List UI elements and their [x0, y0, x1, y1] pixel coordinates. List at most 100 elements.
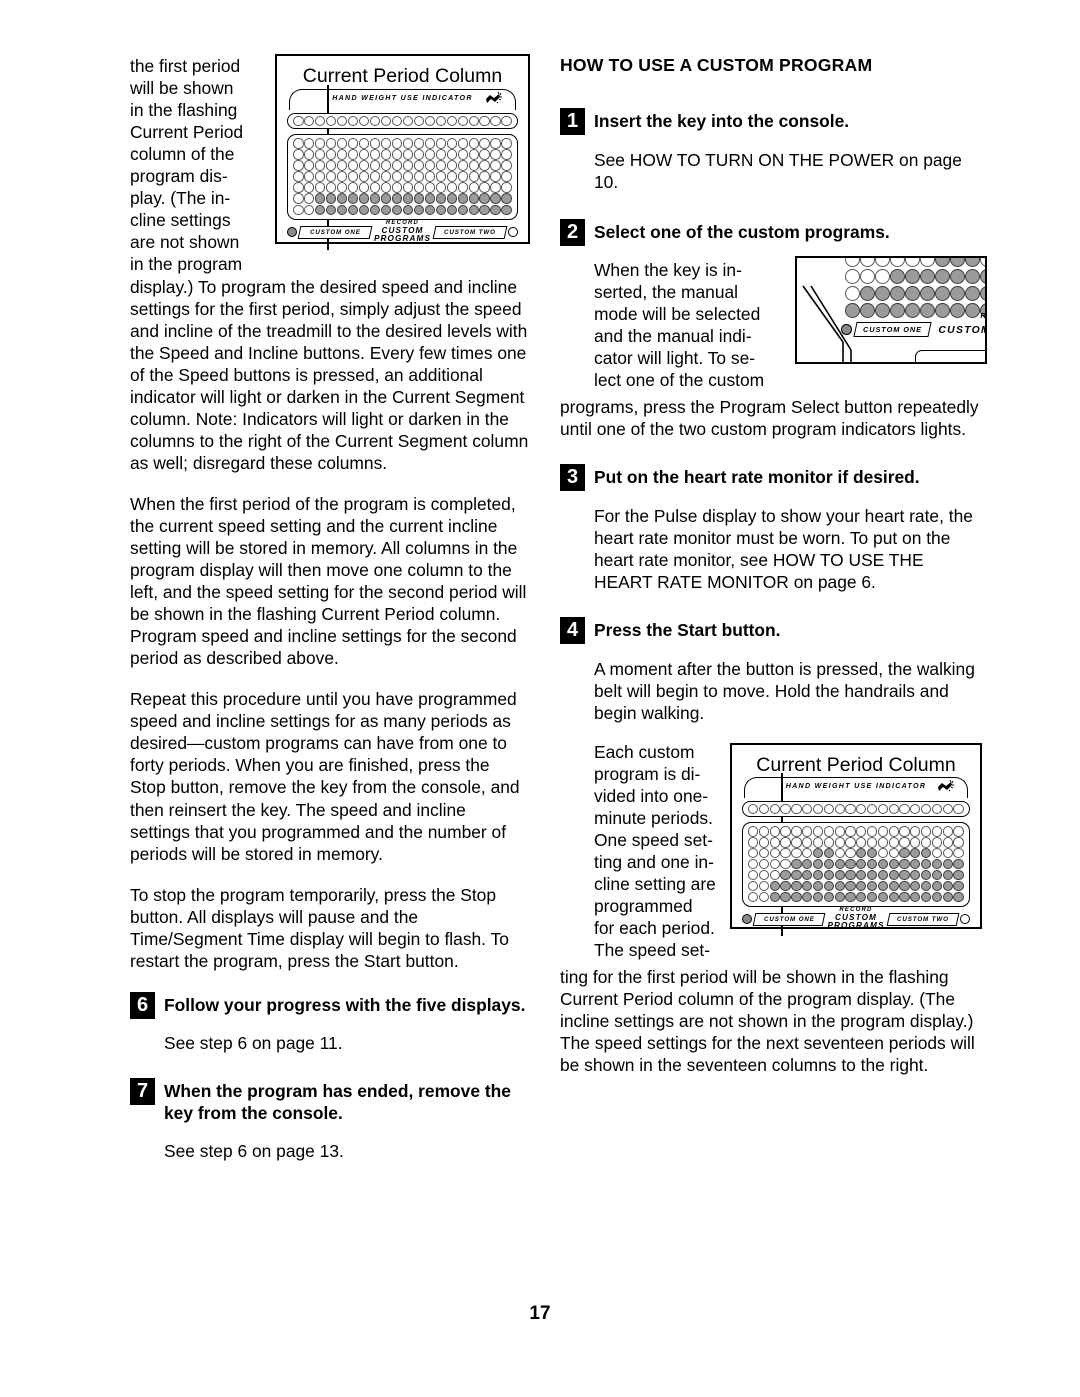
led-off — [369, 160, 381, 171]
led-off — [748, 891, 759, 903]
led-off — [834, 826, 845, 837]
led-on — [866, 891, 878, 903]
led-off — [899, 837, 910, 848]
led-row — [293, 138, 512, 149]
led-off — [769, 848, 780, 859]
led-on — [965, 269, 980, 285]
led-off — [402, 160, 414, 171]
led-on — [856, 848, 867, 859]
step-2-line: serted, the manual — [594, 282, 739, 303]
led-on — [780, 869, 791, 881]
led-on — [325, 193, 337, 204]
led-on — [402, 204, 414, 216]
led-off — [435, 115, 447, 126]
led-on — [823, 869, 834, 881]
led-on — [812, 859, 824, 870]
led-off — [468, 115, 479, 126]
led-off — [293, 193, 304, 204]
led-off — [748, 848, 759, 859]
step-3-number: 3 — [560, 464, 585, 492]
led-off — [501, 182, 512, 193]
led-on — [802, 880, 813, 892]
led-off — [860, 269, 875, 285]
step-2-line: cator will light. To se- — [594, 348, 756, 369]
led-off — [921, 804, 932, 815]
led-off — [501, 160, 512, 171]
custom-two-button[interactable]: CUSTOM TWO — [886, 912, 960, 926]
step-4-line: programmed — [594, 895, 693, 916]
led-off — [490, 171, 501, 182]
left-paragraph-4: To stop the program temporarily, press t… — [130, 884, 509, 971]
step-3-body: For the Pulse display to show your heart… — [594, 505, 973, 592]
led-on — [920, 303, 935, 319]
led-off — [336, 160, 348, 171]
intro-line: program dis- — [130, 166, 228, 187]
led-off — [942, 837, 953, 848]
led-off — [380, 115, 392, 126]
custom-one-button[interactable]: CUSTOM ONE — [752, 912, 826, 926]
led-on — [890, 286, 905, 302]
led-row — [748, 826, 964, 837]
led-on — [920, 286, 935, 302]
led-on — [413, 204, 425, 216]
step-2-lines: When the key is in- serted, the manual m… — [594, 259, 779, 391]
led-off — [834, 837, 845, 848]
step-6: 6 Follow your progress with the five dis… — [130, 991, 530, 1019]
led-off — [468, 149, 479, 160]
led-off — [293, 115, 304, 126]
intro-line: in the flashing — [130, 100, 238, 121]
console-shoulder: HAND WEIGHT USE INDICATOR — [289, 88, 516, 110]
led-off — [457, 149, 469, 160]
led-row — [845, 269, 985, 285]
step-4: 4 Press the Start button. — [560, 616, 980, 644]
led-row — [845, 303, 985, 319]
led-on — [905, 303, 920, 319]
led-off — [369, 182, 381, 193]
led-on — [899, 859, 910, 870]
custom-one-indicator — [742, 914, 752, 925]
left-paragraph-3: Repeat this procedure until you have pro… — [130, 689, 520, 864]
led-off — [446, 115, 458, 126]
led-off — [905, 258, 920, 268]
led-off — [877, 804, 889, 815]
led-off — [802, 848, 813, 859]
led-on — [888, 859, 899, 870]
led-on — [905, 269, 920, 285]
led-off — [780, 848, 791, 859]
hand-weight-icon — [938, 779, 954, 792]
led-row — [845, 258, 985, 268]
led-off — [942, 848, 953, 859]
led-off — [468, 171, 479, 182]
led-off — [501, 138, 512, 149]
led-off — [424, 160, 436, 171]
led-off — [314, 115, 326, 126]
led-off — [802, 804, 813, 815]
led-off — [748, 869, 759, 881]
led-on — [468, 193, 479, 204]
led-off — [424, 182, 436, 193]
console-graphic: HAND WEIGHT USE INDICATOR CUSTOM ONE REC… — [742, 777, 970, 930]
led-off — [769, 869, 780, 881]
led-off — [834, 848, 845, 859]
page-number: 17 — [529, 1303, 551, 1324]
led-on — [402, 193, 414, 204]
led-off — [748, 837, 759, 848]
custom-two-button[interactable]: CUSTOM TWO — [432, 225, 508, 239]
led-on — [802, 891, 813, 903]
custom-one-button[interactable]: CUSTOM ONE — [853, 321, 931, 337]
custom-one-button[interactable]: CUSTOM ONE — [297, 225, 373, 239]
led-off — [413, 182, 425, 193]
led-off — [314, 160, 326, 171]
led-off — [358, 138, 370, 149]
zoom-led-grid — [845, 258, 985, 320]
intro-line: column of the — [130, 144, 235, 165]
led-off — [446, 149, 458, 160]
led-off — [748, 804, 759, 815]
led-off — [314, 149, 326, 160]
led-off — [823, 826, 834, 837]
led-on — [920, 269, 935, 285]
led-row — [293, 171, 512, 182]
record-custom-programs-label: RECORD CUSTOM PROGRAMS — [373, 220, 432, 244]
led-off — [501, 149, 512, 160]
led-off — [402, 171, 414, 182]
